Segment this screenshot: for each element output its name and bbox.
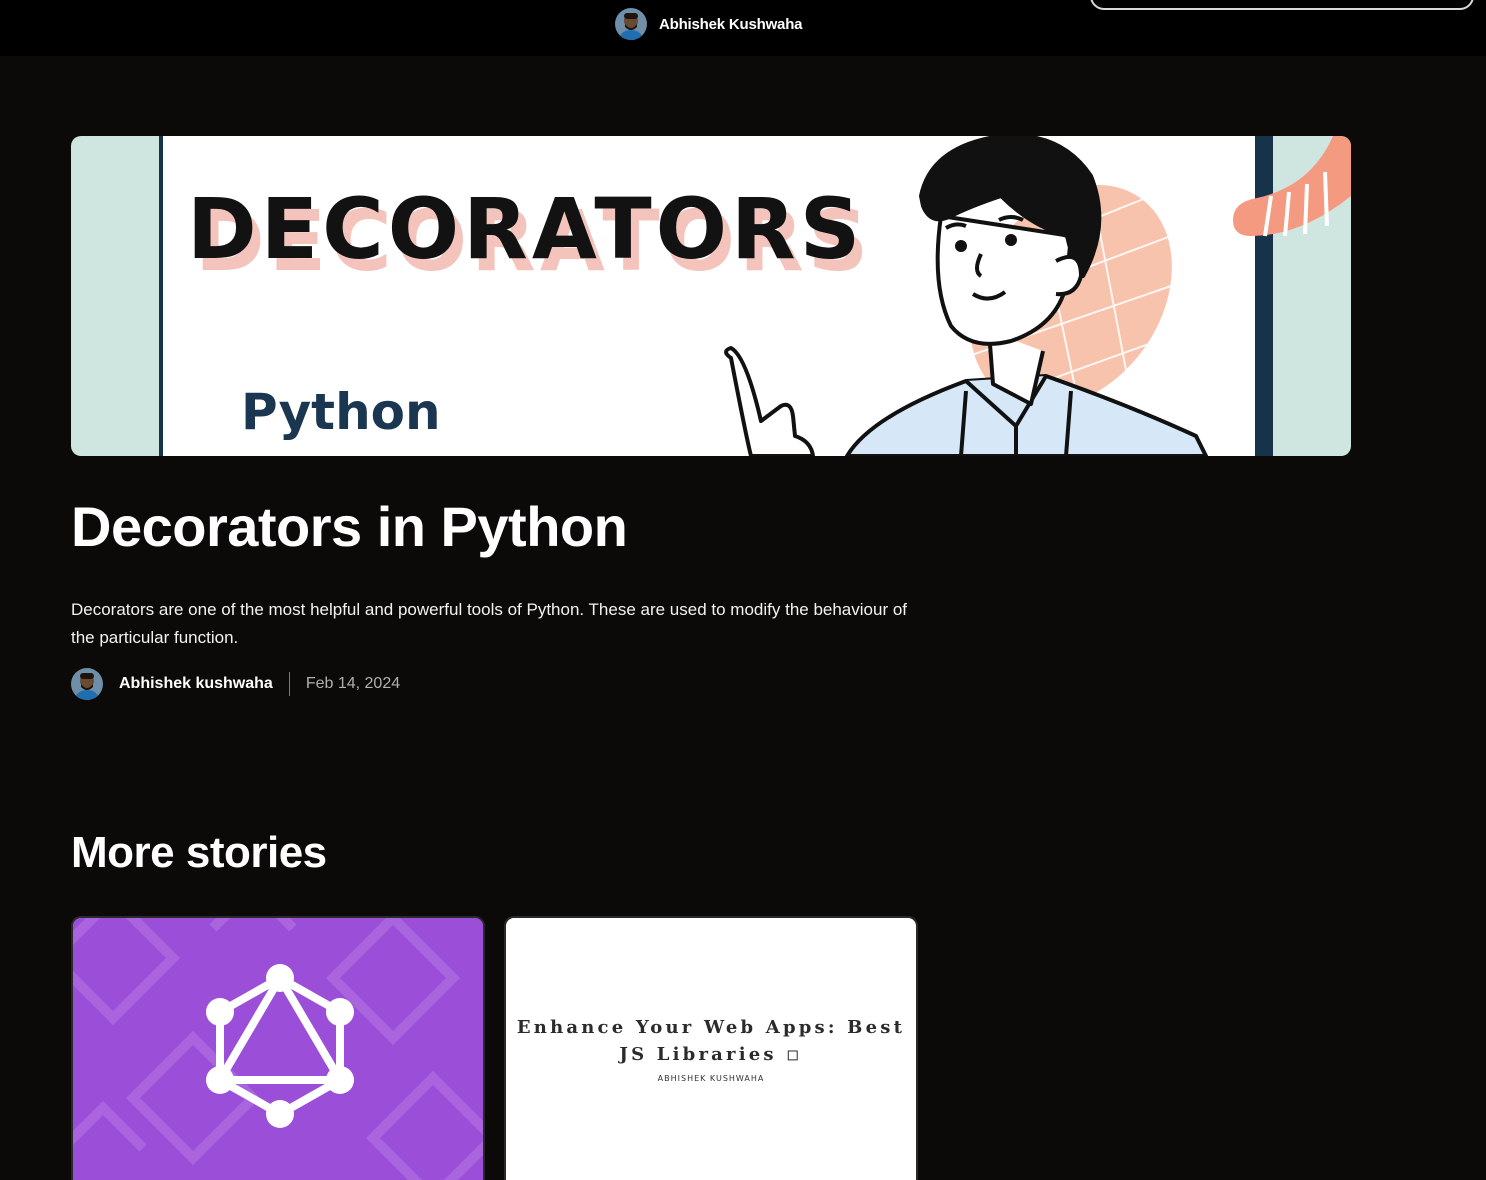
meta-divider [288, 672, 290, 696]
search-input[interactable] [1090, 0, 1474, 10]
story-card-graphql[interactable] [71, 916, 485, 1180]
author-name[interactable]: Abhishek kushwaha [119, 675, 273, 693]
top-bar: Abhishek Kushwaha [0, 0, 1486, 56]
avatar [615, 8, 647, 40]
post-meta: Abhishek kushwaha Feb 14, 2024 [71, 668, 400, 700]
cover-subtitle: Python [241, 383, 441, 441]
post-title[interactable]: Decorators in Python [71, 494, 628, 559]
site-name: Abhishek Kushwaha [659, 15, 803, 33]
story-card-js-libraries[interactable]: Enhance Your Web Apps: Best JS Libraries… [504, 916, 918, 1180]
story-cover-title: Enhance Your Web Apps: Best JS Libraries… [516, 1017, 906, 1065]
author-avatar[interactable] [71, 668, 103, 700]
more-stories-heading: More stories [71, 828, 327, 877]
post-date: Feb 14, 2024 [305, 675, 401, 692]
post-cover-image[interactable]: DECORATORS DECORATORS Python [71, 136, 1351, 456]
post-description: Decorators are one of the most helpful a… [71, 600, 908, 647]
story-cover-author: ABHISHEK KUSHWAHA [657, 1074, 765, 1083]
cover-headline: DECORATORS [187, 180, 864, 278]
blog-home-link[interactable]: Abhishek Kushwaha [615, 8, 802, 40]
